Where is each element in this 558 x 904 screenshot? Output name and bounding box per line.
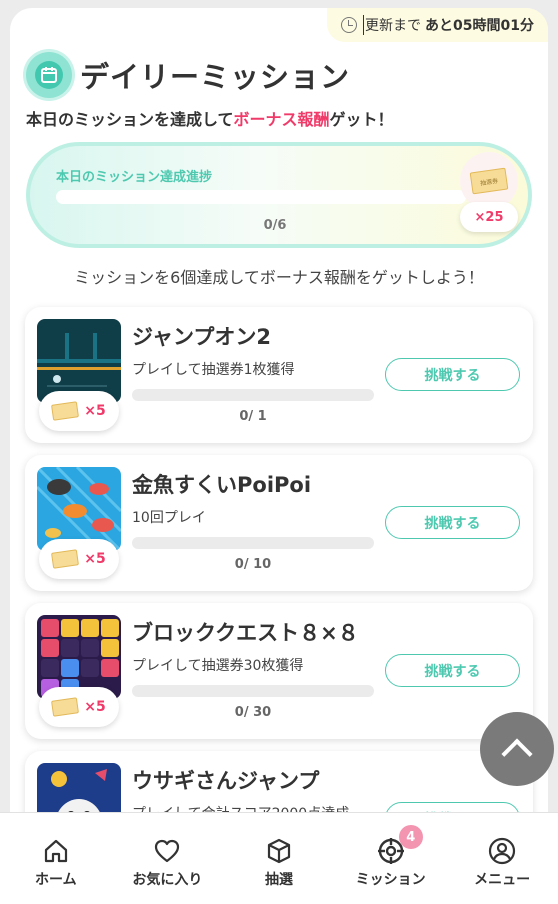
nav-label-home: ホーム	[35, 872, 77, 888]
heart-icon	[155, 839, 180, 863]
mission-title: ウサギさんジャンプ	[132, 769, 320, 793]
ticket-icon	[51, 401, 80, 421]
mission-reward: ×5	[39, 539, 119, 579]
challenge-button[interactable]: 挑戦する	[385, 654, 520, 687]
nav-label-lottery: 抽選	[264, 872, 293, 888]
nav-label-menu: メニュー	[474, 872, 531, 888]
scroll-to-top-button[interactable]	[480, 712, 554, 786]
progress-bar	[56, 190, 466, 204]
nav-item-mission[interactable]: ミッション 4	[335, 813, 447, 904]
nav-label-favorites: お気に入り	[132, 872, 203, 888]
mission-progress-bar	[132, 537, 374, 549]
bonus-hint: ミッションを6個達成してボーナス報酬をゲットしよう！	[74, 268, 484, 287]
calendar-icon	[26, 52, 72, 98]
bonus-reward-count: ×25	[460, 202, 518, 232]
mission-title: ブロッククエスト８×８	[132, 621, 359, 645]
nav-item-home[interactable]: ホーム	[0, 813, 112, 904]
mission-title: 金魚すくいPoiPoi	[132, 473, 312, 497]
nav-item-menu[interactable]: メニュー	[446, 813, 558, 904]
nav-label-mission: ミッション	[355, 872, 426, 888]
mission-title: ジャンプオン2	[132, 325, 271, 349]
mission-progress-bar	[132, 685, 374, 697]
page-subtitle: 本日のミッションを達成してボーナス報酬ゲット！	[26, 106, 394, 130]
mission-notification-badge: 4	[398, 825, 423, 849]
page-title: デイリーミッション	[80, 60, 351, 94]
mission-description: 10回プレイ	[132, 510, 206, 526]
home-icon	[44, 839, 67, 863]
progress-label: 本日のミッション達成進捗	[56, 170, 213, 185]
nav-item-favorites[interactable]: お気に入り	[112, 813, 224, 904]
challenge-button[interactable]: 挑戦する	[385, 358, 520, 391]
mission-progress-count: 0/ 1	[239, 409, 267, 424]
mission-progress-count: 0/ 10	[234, 557, 272, 572]
mission-card: ×5 金魚すくいPoiPoi 10回プレイ 0/ 10 挑戦する	[25, 455, 533, 591]
reward-count: ×5	[84, 699, 106, 715]
ticket-text: 抽選券	[479, 177, 499, 187]
title-row: デイリーミッション	[26, 52, 350, 98]
user-circle-icon	[489, 837, 516, 865]
chevron-up-icon	[501, 738, 533, 770]
mission-description: プレイして抽選券30枚獲得	[132, 658, 304, 674]
mission-page: 更新まで あと05時間01分 デイリーミッション 本日のミッションを達成してボー…	[10, 8, 548, 904]
bottom-nav: ホーム お気に入り 抽選 ミッション 4 メニュー	[0, 812, 558, 904]
update-label: 更新まで	[363, 15, 421, 35]
subtitle-accent: ボーナス報酬	[233, 110, 330, 129]
mission-reward: ×5	[39, 391, 119, 431]
nav-item-lottery[interactable]: 抽選	[223, 813, 335, 904]
reward-count: ×5	[84, 551, 106, 567]
reward-count: ×5	[84, 403, 106, 419]
progress-count: 0/6	[263, 218, 287, 233]
subtitle-suffix: ゲット！	[329, 110, 394, 129]
clock-icon	[341, 17, 358, 33]
box-icon	[267, 838, 291, 864]
subtitle-prefix: 本日のミッションを達成して	[26, 110, 234, 129]
ticket-icon	[51, 549, 80, 569]
update-countdown: 更新まで あと05時間01分	[327, 8, 548, 42]
daily-progress-card: 本日のミッション達成進捗 0/6 抽選券 ×25	[26, 142, 532, 248]
mission-card: ×5 ジャンプオン2 プレイして抽選券1枚獲得 0/ 1 挑戦する	[25, 307, 533, 443]
mission-progress-count: 0/ 30	[234, 705, 272, 720]
mission-description: プレイして抽選券1枚獲得	[132, 362, 295, 378]
challenge-button[interactable]: 挑戦する	[385, 506, 520, 539]
update-time: あと05時間01分	[425, 18, 534, 34]
mission-reward: ×5	[39, 687, 119, 727]
mission-progress-bar	[132, 389, 374, 401]
mission-card: ×5 ブロッククエスト８×８ プレイして抽選券30枚獲得 0/ 30 挑戦する	[25, 603, 533, 739]
ticket-icon	[51, 697, 80, 717]
